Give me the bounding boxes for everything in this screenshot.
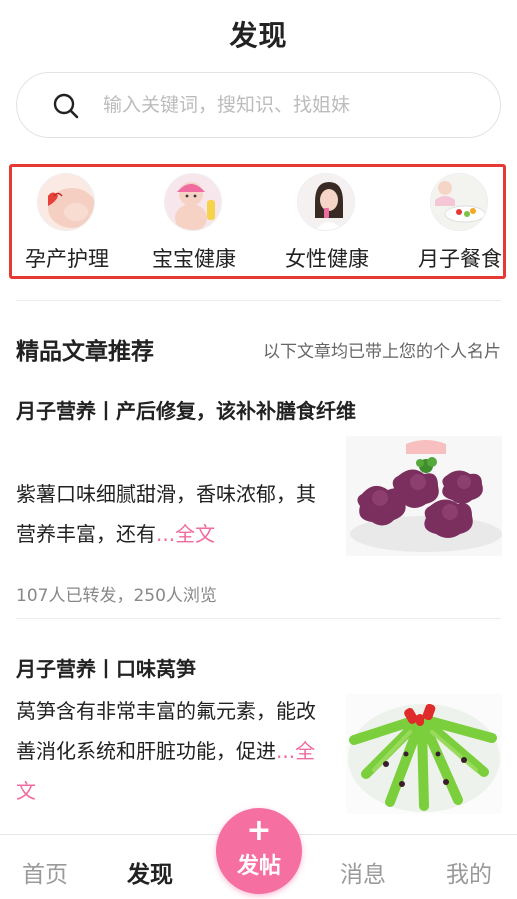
tab-mine[interactable]: 我的 bbox=[446, 855, 492, 889]
category-bar: 孕产护理 宝宝健康 女性健康 月子餐食 bbox=[9, 164, 506, 279]
baby-health-icon bbox=[164, 173, 222, 231]
read-more-link[interactable]: ...全文 bbox=[156, 522, 215, 546]
category-label: 宝宝健康 bbox=[152, 247, 236, 271]
pregnancy-care-icon bbox=[37, 173, 95, 231]
article-excerpt: 莴笋含有非常丰富的氟元素，能改善消化系统和肝脏功能，促进...全文 bbox=[16, 691, 334, 811]
tab-home[interactable]: 首页 bbox=[22, 855, 68, 889]
divider bbox=[16, 618, 501, 619]
page-title: 发现 bbox=[229, 19, 288, 52]
female-health-icon bbox=[297, 173, 355, 231]
search-input[interactable]: 输入关键词，搜知识、找姐妹 bbox=[16, 72, 501, 138]
category-label: 月子餐食 bbox=[418, 247, 502, 271]
category-item-female-health[interactable]: 女性健康 bbox=[272, 173, 382, 273]
tab-messages[interactable]: 消息 bbox=[340, 855, 386, 889]
article-title[interactable]: 月子营养丨口味莴笋 bbox=[16, 653, 196, 682]
tab-discover[interactable]: 发现 bbox=[127, 855, 173, 889]
category-item-pregnancy-care[interactable]: 孕产护理 bbox=[12, 173, 122, 273]
article-stats: 107人已转发，250人浏览 bbox=[16, 586, 217, 606]
category-label: 孕产护理 bbox=[25, 247, 109, 271]
purple-sweet-potato-cake-photo[interactable] bbox=[346, 436, 502, 556]
post-button-label: 发帖 bbox=[236, 854, 281, 879]
search-icon bbox=[53, 93, 79, 119]
section-title: 精品文章推荐 bbox=[16, 339, 154, 365]
lettuce-stem-dish-photo[interactable] bbox=[346, 694, 502, 814]
divider bbox=[16, 300, 501, 301]
plus-icon: + bbox=[246, 813, 272, 848]
section-note: 以下文章均已带上您的个人名片 bbox=[263, 342, 501, 362]
category-label: 女性健康 bbox=[285, 247, 369, 271]
post-button[interactable]: + 发帖 bbox=[216, 808, 302, 894]
search-placeholder: 输入关键词，搜知识、找姐妹 bbox=[103, 94, 351, 116]
confinement-meal-icon bbox=[430, 173, 488, 231]
category-item-confinement-meal[interactable]: 月子餐食 bbox=[405, 173, 515, 273]
article-excerpt-text: 莴笋含有非常丰富的氟元素，能改善消化系统和肝脏功能，促进 bbox=[16, 699, 316, 763]
category-item-baby-health[interactable]: 宝宝健康 bbox=[139, 173, 249, 273]
article-title[interactable]: 月子营养丨产后修复，该补补膳食纤维 bbox=[16, 395, 356, 424]
article-excerpt: 紫薯口味细腻甜滑，香味浓郁，其营养丰富，还有...全文 bbox=[16, 474, 334, 554]
